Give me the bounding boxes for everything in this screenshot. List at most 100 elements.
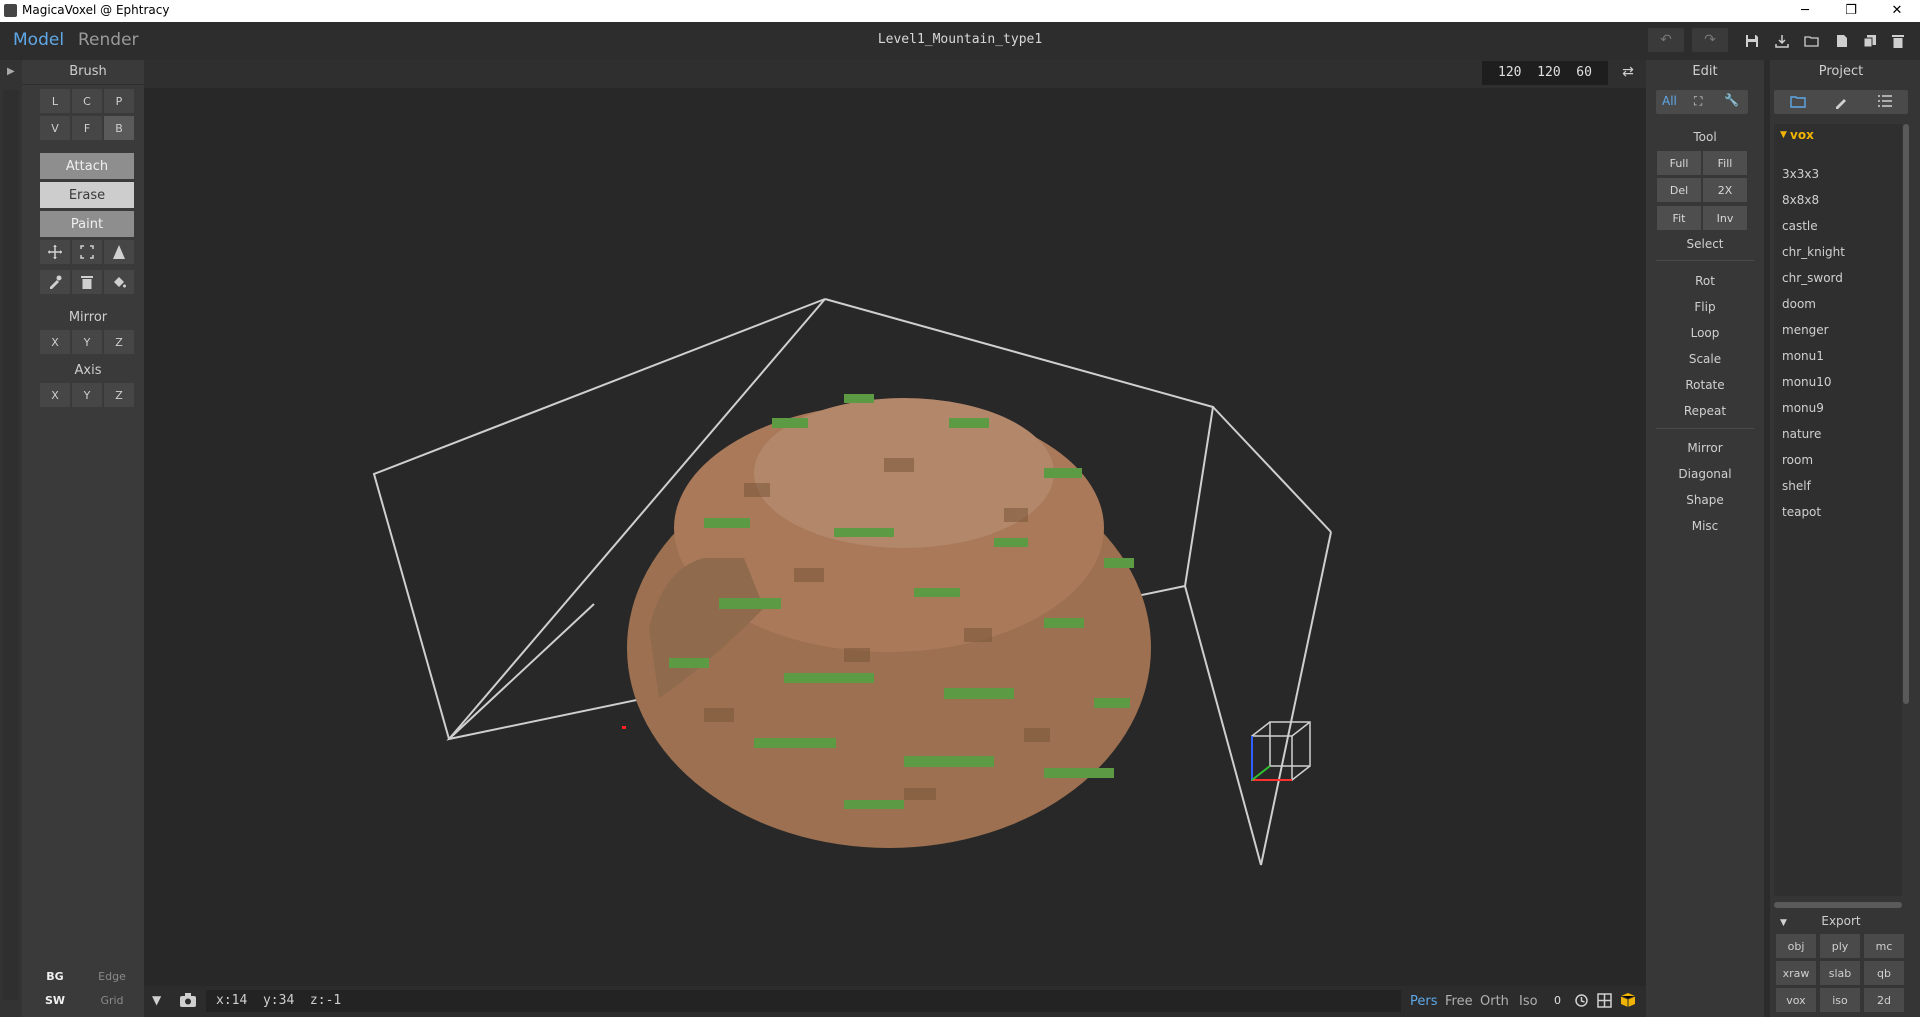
brush-icon[interactable]	[1834, 95, 1848, 112]
edge-toggle[interactable]: Edge	[92, 968, 132, 986]
project-file-item[interactable]: monu10	[1782, 375, 1832, 389]
export-slab[interactable]: slab	[1820, 961, 1860, 985]
project-file-item[interactable]: monu1	[1782, 349, 1824, 363]
bucket-fill-icon[interactable]	[104, 270, 134, 294]
swap-icon[interactable]: ⇄	[1618, 64, 1638, 84]
new-file-icon[interactable]	[1830, 30, 1854, 52]
axis-x[interactable]: X	[40, 383, 70, 407]
project-file-item[interactable]: chr_knight	[1782, 245, 1845, 259]
op-loop[interactable]: Loop	[1646, 326, 1764, 340]
tool-fit[interactable]: Fit	[1657, 206, 1701, 230]
bg-toggle[interactable]: BG	[40, 968, 70, 986]
list-icon[interactable]	[1878, 95, 1892, 110]
close-window-button[interactable]: ✕	[1874, 0, 1920, 22]
op-rot[interactable]: Rot	[1646, 274, 1764, 288]
folder-icon[interactable]	[1790, 95, 1806, 111]
copy-icon[interactable]	[1858, 30, 1882, 52]
camera-icon[interactable]	[180, 993, 196, 1010]
minimize-button[interactable]: ─	[1782, 0, 1828, 22]
op-rotate[interactable]: Rotate	[1646, 378, 1764, 392]
delete-icon[interactable]	[1886, 30, 1910, 52]
wrench-icon[interactable]: 🔧	[1724, 93, 1739, 107]
select-button[interactable]: Select	[1646, 237, 1764, 251]
export-mc[interactable]: mc	[1864, 934, 1904, 958]
iso-view-button[interactable]: Iso	[1519, 994, 1538, 1009]
expand-arrow-icon[interactable]: ▶	[7, 66, 15, 77]
filter-all[interactable]: All	[1662, 94, 1677, 108]
mirror-y[interactable]: Y	[72, 330, 102, 354]
orth-view-button[interactable]: Orth	[1480, 994, 1509, 1009]
pers-view-button[interactable]: Pers	[1410, 994, 1438, 1009]
project-file-item[interactable]: 8x8x8	[1782, 193, 1819, 207]
file-list-hscrollbar[interactable]	[1774, 902, 1902, 908]
tool-inv[interactable]: Inv	[1703, 206, 1747, 230]
mirror-z[interactable]: Z	[104, 330, 134, 354]
save-icon[interactable]	[1740, 30, 1764, 52]
project-file-item[interactable]: menger	[1782, 323, 1829, 337]
brush-type-b[interactable]: B	[104, 116, 134, 140]
op-mirror[interactable]: Mirror	[1646, 441, 1764, 455]
undo-button[interactable]: ↶	[1648, 28, 1684, 52]
brush-type-v[interactable]: V	[40, 116, 70, 140]
reset-view-icon[interactable]	[1574, 993, 1589, 1011]
export-qb[interactable]: qb	[1864, 961, 1904, 985]
erase-button[interactable]: Erase	[40, 182, 134, 208]
export-xraw[interactable]: xraw	[1776, 961, 1816, 985]
picker-icon[interactable]	[40, 270, 70, 294]
tool-2x[interactable]: 2X	[1703, 178, 1747, 202]
export-obj[interactable]: obj	[1776, 934, 1816, 958]
mirror-x[interactable]: X	[40, 330, 70, 354]
export-vox[interactable]: vox	[1776, 988, 1816, 1012]
folder-expand-icon[interactable]: ▼	[1780, 130, 1787, 140]
select-box-icon[interactable]	[72, 240, 102, 264]
expand-icon[interactable]: ⛶	[1694, 94, 1702, 109]
folder-vox[interactable]: vox	[1790, 128, 1814, 142]
redo-button[interactable]: ↷	[1692, 28, 1728, 52]
attach-button[interactable]: Attach	[40, 153, 134, 179]
axis-y[interactable]: Y	[72, 383, 102, 407]
sw-toggle[interactable]: SW	[40, 992, 70, 1010]
tool-del[interactable]: Del	[1657, 178, 1701, 202]
maximize-button[interactable]: ❐	[1828, 0, 1874, 22]
project-file-item[interactable]: nature	[1782, 427, 1821, 441]
op-flip[interactable]: Flip	[1646, 300, 1764, 314]
project-file-item[interactable]: castle	[1782, 219, 1818, 233]
export-iso[interactable]: iso	[1820, 988, 1860, 1012]
import-icon[interactable]	[1770, 30, 1794, 52]
edit-filter-bar: All ⛶ 🔧	[1656, 90, 1748, 114]
face-tool-icon[interactable]	[104, 240, 134, 264]
paint-button[interactable]: Paint	[40, 211, 134, 237]
project-file-item[interactable]: 3x3x3	[1782, 167, 1819, 181]
project-file-item[interactable]: chr_sword	[1782, 271, 1843, 285]
layout-icon[interactable]	[1597, 993, 1612, 1011]
brush-type-c[interactable]: C	[72, 89, 102, 113]
file-list-scrollbar[interactable]	[1903, 124, 1909, 704]
project-file-item[interactable]: teapot	[1782, 505, 1821, 519]
project-file-item[interactable]: shelf	[1782, 479, 1811, 493]
export-2d[interactable]: 2d	[1864, 988, 1904, 1012]
op-diagonal[interactable]: Diagonal	[1646, 467, 1764, 481]
dimensions-field[interactable]: 120 120 60	[1482, 61, 1608, 85]
op-repeat[interactable]: Repeat	[1646, 404, 1764, 418]
axis-z[interactable]: Z	[104, 383, 134, 407]
move-tool-icon[interactable]	[40, 240, 70, 264]
project-file-item[interactable]: room	[1782, 453, 1813, 467]
brush-type-f[interactable]: F	[72, 116, 102, 140]
op-scale[interactable]: Scale	[1646, 352, 1764, 366]
brush-type-p[interactable]: P	[104, 89, 134, 113]
brush-type-l[interactable]: L	[40, 89, 70, 113]
grid-toggle[interactable]: Grid	[92, 992, 132, 1010]
trash-icon[interactable]	[72, 270, 102, 294]
project-file-item[interactable]: doom	[1782, 297, 1816, 311]
free-view-button[interactable]: Free	[1445, 994, 1473, 1009]
op-misc[interactable]: Misc	[1646, 519, 1764, 533]
dropdown-arrow-icon[interactable]: ▼	[152, 993, 161, 1007]
op-shape[interactable]: Shape	[1646, 493, 1764, 507]
tool-fill[interactable]: Fill	[1703, 151, 1747, 175]
3d-viewport[interactable]	[144, 88, 1646, 986]
open-folder-icon[interactable]	[1800, 30, 1824, 52]
export-ply[interactable]: ply	[1820, 934, 1860, 958]
project-file-item[interactable]: monu9	[1782, 401, 1824, 415]
box-icon[interactable]	[1620, 992, 1636, 1011]
tool-full[interactable]: Full	[1657, 151, 1701, 175]
